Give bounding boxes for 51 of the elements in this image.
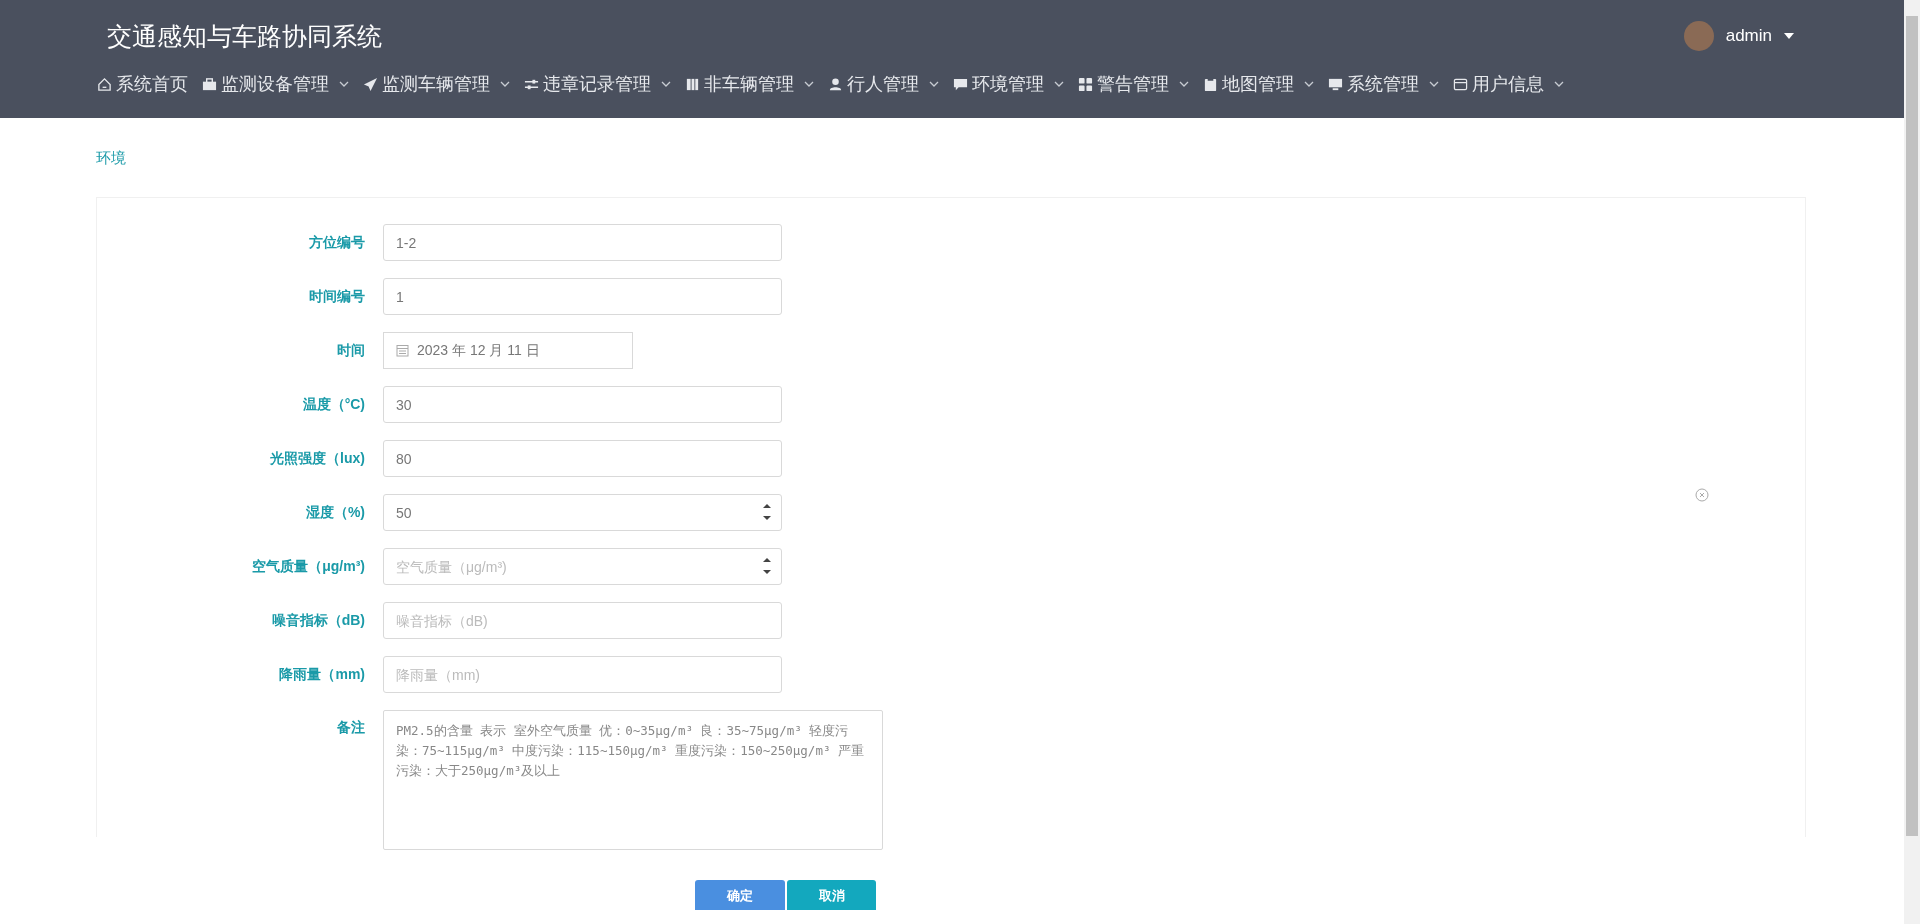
confirm-button[interactable]: 确定 xyxy=(695,880,785,910)
home-icon xyxy=(97,76,112,92)
field-label: 降雨量（mm) xyxy=(279,666,365,682)
card-icon xyxy=(1453,76,1468,92)
nav-menu-item[interactable]: 环境管理 xyxy=(953,72,1064,96)
user-menu[interactable]: admin xyxy=(1683,21,1794,51)
comment-icon xyxy=(953,76,968,92)
nav-menu-item[interactable]: 地图管理 xyxy=(1203,72,1314,96)
grid-icon xyxy=(1078,76,1093,92)
text-field[interactable]: 1-2 xyxy=(383,224,782,261)
nav-menu-item[interactable]: 用户信息 xyxy=(1453,72,1564,96)
number-field[interactable]: 50 xyxy=(383,494,782,531)
nav-menu-item[interactable]: 系统首页 xyxy=(97,72,188,96)
text-field[interactable]: 降雨量（mm) xyxy=(383,656,782,693)
caret-icon xyxy=(1784,33,1794,39)
book-icon xyxy=(685,76,700,92)
field-label: 温度（°C) xyxy=(302,396,365,412)
monitor-icon xyxy=(1328,76,1343,92)
breadcrumb[interactable]: 环境 xyxy=(96,148,126,168)
number-field[interactable]: 空气质量（μg/m³) xyxy=(383,548,782,585)
field-label: 噪音指标（dB) xyxy=(271,612,365,628)
field-label: 湿度（%) xyxy=(305,504,365,520)
text-field[interactable]: 30 xyxy=(383,386,782,423)
field-label: 时间 xyxy=(337,342,365,358)
text-field[interactable]: 噪音指标（dB) xyxy=(383,602,782,639)
avatar-icon xyxy=(1683,21,1714,51)
nav-menu-item[interactable]: 非车辆管理 xyxy=(685,72,814,96)
nav-menu-item[interactable]: 警告管理 xyxy=(1078,72,1189,96)
text-field[interactable]: 1 xyxy=(383,278,782,315)
field-label: 光照强度（lux) xyxy=(270,450,365,466)
text-field[interactable]: 80 xyxy=(383,440,782,477)
date-field[interactable]: 2023 年 12 月 11 日 xyxy=(383,332,633,369)
field-label: 空气质量（μg/m³) xyxy=(252,558,365,574)
scrollbar[interactable] xyxy=(1904,0,1920,924)
calendar-icon xyxy=(396,344,409,357)
nav-menu-item[interactable]: 系统管理 xyxy=(1328,72,1439,96)
field-label: 时间编号 xyxy=(309,288,365,304)
field-label: 备注 xyxy=(337,719,365,735)
spinner-icon[interactable] xyxy=(762,555,772,577)
nav-menu-item[interactable]: 行人管理 xyxy=(828,72,939,96)
paper-plane-icon xyxy=(363,76,378,92)
spinner-icon[interactable] xyxy=(762,501,772,523)
nav-menu-item[interactable]: 违章记录管理 xyxy=(524,72,671,96)
clipboard-icon xyxy=(1203,76,1218,92)
remarks-field[interactable]: PM2.5的含量 表示 室外空气质量 优：0~35μg/m³ 良：35~75μg/m³ 轻度污染：75~115μg/m³ 中度污染：115~150μg/m³ 重度污染：150~250μg/m³ 严重污染：大于250μg/m³及以上 xyxy=(383,710,883,850)
briefcase-icon xyxy=(202,76,217,92)
app-title: 交通感知与车路协同系统 xyxy=(107,20,382,52)
user-icon xyxy=(828,76,843,92)
nav-menu-item[interactable]: 监测车辆管理 xyxy=(363,72,510,96)
field-label: 方位编号 xyxy=(309,234,365,250)
nav-menu-item[interactable]: 监测设备管理 xyxy=(202,72,349,96)
